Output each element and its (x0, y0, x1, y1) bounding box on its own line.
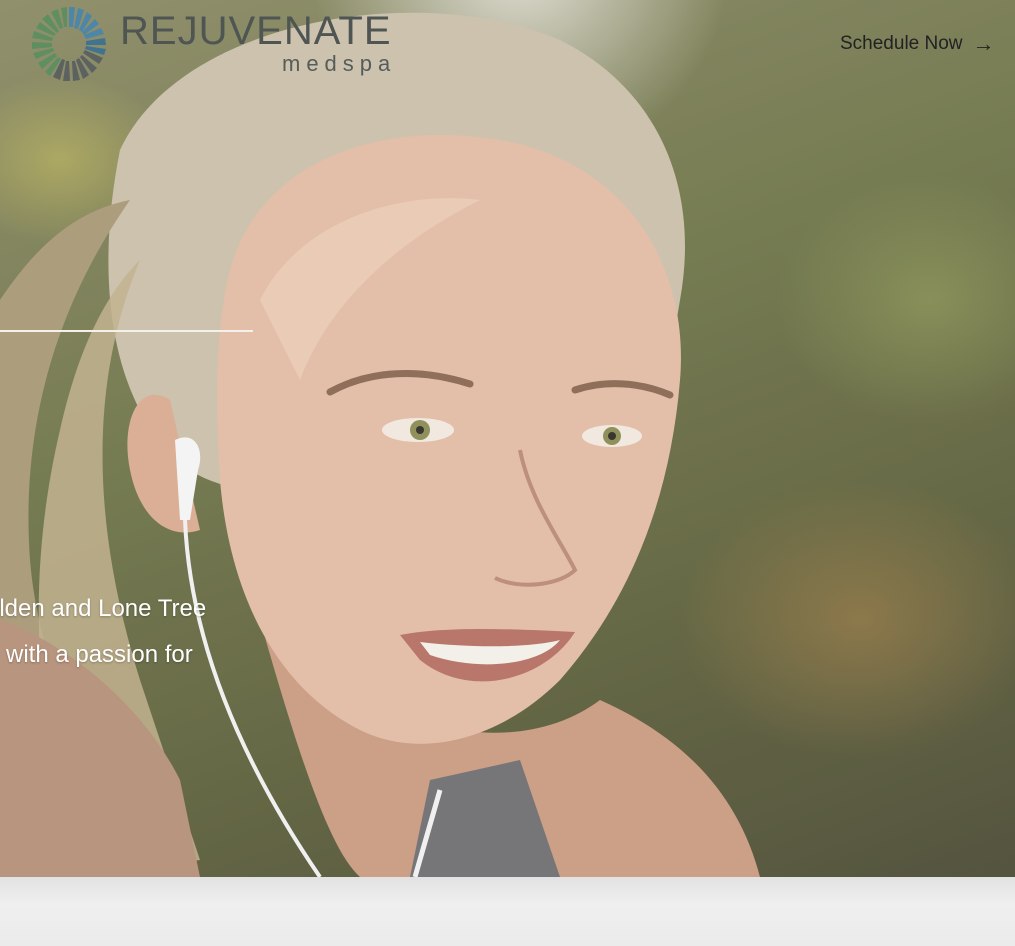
brand-subtitle: medspa (282, 51, 397, 76)
brand-logo[interactable]: REJUVENATE medspa (30, 5, 391, 83)
arrow-right-icon: → (972, 31, 995, 56)
sunburst-logo-icon (32, 7, 106, 81)
schedule-now-button[interactable]: Schedule Now → (840, 33, 995, 55)
below-hero-band (0, 877, 1015, 946)
schedule-now-label: Schedule Now (840, 33, 963, 54)
hero-section: REJUVENATE medspa Schedule Now → olden a… (0, 0, 1015, 877)
hero-divider (0, 330, 253, 332)
brand-name: REJUVENATE (120, 9, 392, 53)
hero-copy: olden and Lone Tree with a passion for (0, 586, 206, 678)
hero-line-2: with a passion for (6, 641, 193, 668)
hero-photo-woman (0, 0, 1015, 877)
hero-line-1: olden and Lone Tree (0, 595, 207, 622)
brand-wordmark: REJUVENATE medspa (120, 9, 400, 76)
